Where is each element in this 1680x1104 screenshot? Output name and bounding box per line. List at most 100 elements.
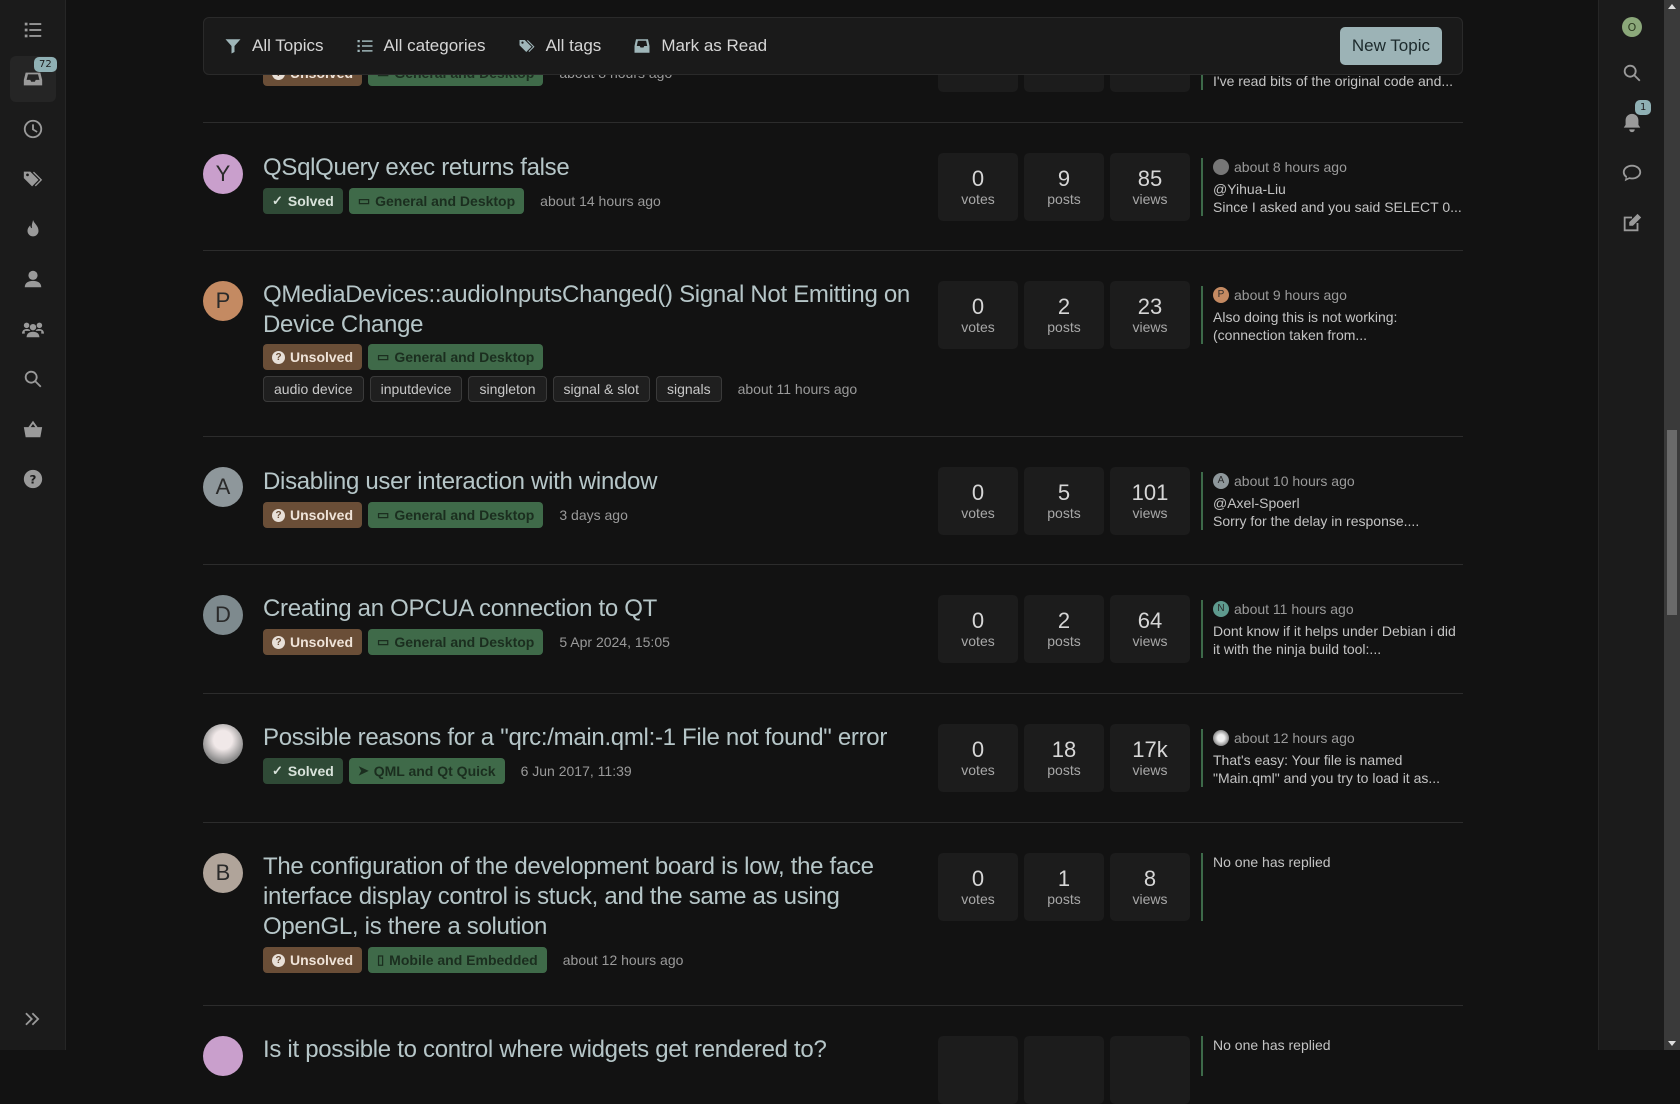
- tags-icon: [23, 171, 43, 187]
- notifications-button[interactable]: 1: [1609, 100, 1655, 143]
- last-reply-text: Since I asked and you said SELECT 0...: [1213, 199, 1462, 215]
- avatar[interactable]: P: [203, 281, 243, 321]
- all-categories-filter[interactable]: All categories: [356, 36, 486, 56]
- last-reply-time[interactable]: Nabout 11 hours ago: [1213, 600, 1463, 618]
- chats-button[interactable]: [1609, 153, 1655, 193]
- category-badge[interactable]: ▭General and Desktop: [368, 344, 544, 370]
- last-reply-time[interactable]: Pabout 9 hours ago: [1213, 286, 1463, 304]
- topic-title[interactable]: QMediaDevices::audioInputsChanged() Sign…: [263, 280, 933, 340]
- avatar: A: [1213, 473, 1229, 489]
- last-reply-time[interactable]: about 12 hours ago: [1213, 729, 1463, 747]
- all-tags-filter[interactable]: All tags: [518, 36, 601, 56]
- last-reply-text: That's easy: Your file is named: [1213, 752, 1403, 768]
- category-badge[interactable]: ▭General and Desktop: [368, 502, 544, 528]
- topic-title[interactable]: QSqlQuery exec returns false: [263, 153, 933, 183]
- clock-icon: [23, 119, 43, 139]
- category-badge[interactable]: ▭General and Desktop: [368, 629, 544, 655]
- topic-title[interactable]: Creating an OPCUA connection to QT: [263, 594, 933, 624]
- sidebar-item-marketplace[interactable]: [10, 406, 56, 452]
- no-replies-text: No one has replied: [1213, 1037, 1331, 1053]
- last-reply-text: "Main.qml" and you try to load it as...: [1213, 770, 1441, 786]
- topic-time: 6 Jun 2017, 11:39: [520, 763, 632, 779]
- scrollbar[interactable]: [1664, 0, 1680, 1050]
- all-topics-label: All Topics: [252, 36, 324, 55]
- last-reply-time[interactable]: Aabout 10 hours ago: [1213, 472, 1463, 490]
- laptop-icon: ▭: [357, 193, 371, 208]
- avatar: [1213, 730, 1229, 746]
- category-badge[interactable]: ▭General and Desktop: [348, 188, 525, 214]
- status-badge: ?Unsolved: [263, 629, 363, 655]
- avatar[interactable]: [203, 1036, 243, 1076]
- topic-title[interactable]: Possible reasons for a "qrc:/main.qml:-1…: [263, 723, 933, 753]
- compose-button[interactable]: [1609, 203, 1655, 243]
- last-reply-time[interactable]: about 8 hours ago: [1213, 158, 1463, 176]
- expand-sidebar-button[interactable]: [10, 996, 56, 1042]
- tag[interactable]: signal & slot: [552, 376, 650, 402]
- notification-count-badge: 1: [1635, 100, 1652, 115]
- new-topic-button[interactable]: New Topic: [1339, 27, 1442, 65]
- votes-stat: 0 votes: [938, 467, 1018, 535]
- question-icon: ?: [272, 508, 285, 522]
- avatar[interactable]: D: [203, 595, 243, 635]
- filter-icon: [225, 39, 241, 54]
- scroll-down-arrow[interactable]: [1668, 1041, 1676, 1046]
- mark-as-read-button[interactable]: Mark as Read: [633, 36, 767, 56]
- sidebar-item-categories[interactable]: [10, 7, 56, 53]
- votes-stat: 0 votes: [938, 853, 1018, 921]
- all-categories-label: All categories: [383, 36, 486, 55]
- laptop-icon: ▭: [377, 349, 390, 364]
- sidebar-item-popular[interactable]: [10, 206, 56, 252]
- last-reply-text: Dont know if it helps under Debian i did: [1213, 623, 1456, 639]
- no-replies-text: No one has replied: [1213, 854, 1331, 870]
- list-icon: [357, 40, 372, 52]
- tag[interactable]: singleton: [468, 376, 547, 402]
- posts-stat: 18 posts: [1024, 724, 1104, 792]
- category-badge[interactable]: ➤ QML and Qt Quick: [348, 758, 505, 784]
- topic-title[interactable]: Disabling user interaction with window: [263, 467, 933, 497]
- sidebar-item-recent[interactable]: [10, 106, 56, 152]
- sidebar-item-users[interactable]: [10, 256, 56, 302]
- last-reply-text: it with the ninja build tool:...: [1213, 641, 1382, 657]
- user-menu-button[interactable]: O: [1609, 7, 1655, 47]
- sidebar-item-help[interactable]: ?: [10, 456, 56, 502]
- right-sidebar: O 1: [1598, 0, 1664, 1050]
- unread-count-badge: 72: [34, 57, 57, 72]
- last-reply: No one has replied: [1201, 853, 1463, 921]
- tag[interactable]: signals: [655, 376, 722, 402]
- chevrons-right-icon: [25, 1012, 40, 1026]
- avatar[interactable]: [203, 724, 243, 764]
- all-topics-filter[interactable]: All Topics: [224, 36, 324, 56]
- votes-stat: 0 votes: [938, 595, 1018, 663]
- topic-title[interactable]: The configuration of the development boa…: [263, 852, 933, 942]
- question-icon: ?: [23, 469, 43, 489]
- sidebar-item-tags[interactable]: [10, 156, 56, 202]
- tag[interactable]: audio device: [263, 376, 364, 402]
- sidebar-item-groups[interactable]: [10, 306, 56, 352]
- sidebar-item-unread[interactable]: 72: [10, 56, 57, 102]
- topic-title[interactable]: Is it possible to control where widgets …: [263, 1035, 933, 1065]
- sidebar-item-search[interactable]: [10, 356, 56, 402]
- scroll-up-arrow[interactable]: [1668, 4, 1676, 9]
- scrollbar-thumb[interactable]: [1667, 430, 1677, 615]
- views-stat: 101 views: [1110, 467, 1190, 535]
- avatar[interactable]: B: [203, 853, 243, 893]
- views-stat: [1110, 1036, 1190, 1104]
- last-reply: about 8 hours ago @Yihua-Liu Since I ask…: [1201, 158, 1463, 216]
- avatar[interactable]: Y: [203, 154, 243, 194]
- avatar[interactable]: A: [203, 467, 243, 507]
- tag[interactable]: inputdevice: [369, 376, 463, 402]
- last-reply: No one has replied: [1201, 1036, 1463, 1076]
- last-reply-text: Also doing this is not working:: [1213, 309, 1398, 325]
- posts-stat: [1024, 1036, 1104, 1104]
- list-icon: [24, 22, 42, 38]
- basket-icon: [23, 420, 43, 438]
- status-badge: ?Unsolved: [263, 502, 363, 528]
- views-stat: 17k views: [1110, 724, 1190, 792]
- category-badge[interactable]: ▯ Mobile and Embedded: [368, 947, 547, 973]
- mark-as-read-label: Mark as Read: [661, 36, 768, 55]
- views-stat: 8 views: [1110, 853, 1190, 921]
- laptop-icon: ▭: [377, 634, 390, 649]
- search-button[interactable]: [1609, 53, 1655, 93]
- votes-stat: [938, 1036, 1018, 1104]
- status-badge: ?Unsolved: [263, 344, 363, 370]
